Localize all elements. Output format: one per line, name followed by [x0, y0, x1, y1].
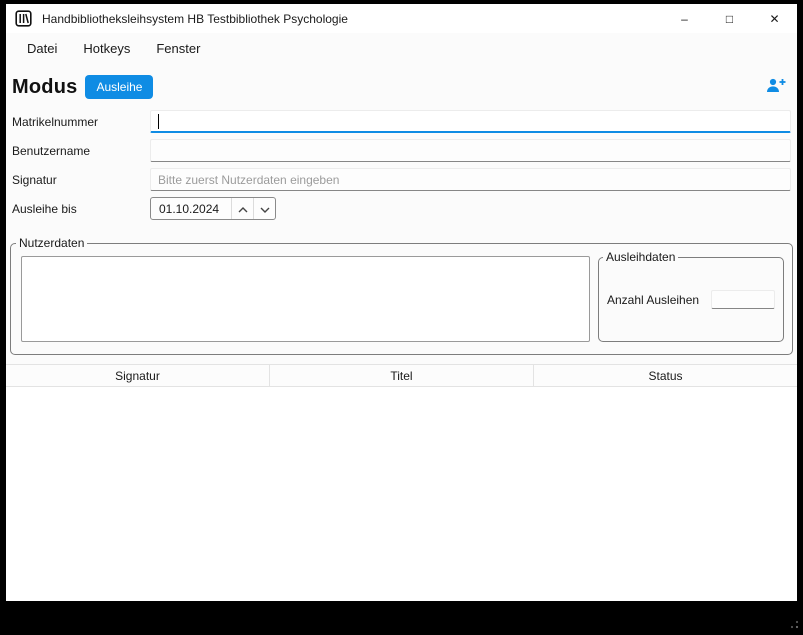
ausleihe-bis-value: 01.10.2024 [151, 202, 231, 216]
maximize-button[interactable]: □ [707, 4, 752, 33]
benutzername-field-wrap [150, 139, 791, 162]
date-step-down-button[interactable] [253, 198, 275, 219]
text-caret [158, 114, 159, 129]
signatur-label: Signatur [12, 173, 150, 187]
menu-item-hotkeys[interactable]: Hotkeys [70, 36, 143, 61]
minimize-button[interactable]: – [662, 4, 707, 33]
matrikelnummer-label: Matrikelnummer [12, 115, 150, 129]
column-header-titel[interactable]: Titel [270, 365, 534, 386]
add-user-button[interactable] [763, 76, 789, 98]
person-add-icon [765, 77, 787, 97]
benutzername-input[interactable] [150, 139, 791, 162]
mode-label: Modus [12, 76, 77, 99]
menu-item-fenster[interactable]: Fenster [143, 36, 213, 61]
ausleihe-bis-label: Ausleihe bis [12, 202, 150, 216]
nutzerdaten-body: Ausleihdaten Anzahl Ausleihen [11, 250, 792, 354]
signatur-row: Signatur [12, 168, 791, 191]
ausleihe-bis-row: Ausleihe bis 01.10.2024 [12, 197, 791, 220]
mode-ausleihe-button[interactable]: Ausleihe [85, 75, 153, 99]
anzahl-ausleihen-label: Anzahl Ausleihen [607, 293, 711, 307]
loans-table-header: Signatur Titel Status [6, 364, 797, 387]
window-controls: – □ ✕ [662, 4, 797, 33]
library-logo-icon [15, 10, 32, 27]
nutzerdaten-legend: Nutzerdaten [16, 236, 87, 250]
titlebar[interactable]: Handbibliotheksleihsystem HB Testbibliot… [6, 4, 797, 33]
ausleihe-bis-date-stepper[interactable]: 01.10.2024 [150, 197, 276, 220]
loans-table-body[interactable] [6, 387, 797, 601]
matrikelnummer-input[interactable] [150, 110, 791, 133]
ausleihdaten-legend: Ausleihdaten [603, 250, 678, 264]
lending-form: Matrikelnummer Benutzername Signatur Aus… [6, 110, 797, 226]
ausleihdaten-group: Ausleihdaten Anzahl Ausleihen [598, 250, 784, 342]
close-button[interactable]: ✕ [752, 4, 797, 33]
column-header-signatur[interactable]: Signatur [6, 365, 270, 386]
anzahl-ausleihen-row: Anzahl Ausleihen [599, 264, 783, 309]
matrikelnummer-field-wrap [150, 110, 791, 133]
resize-grip[interactable] [784, 616, 800, 630]
column-header-status[interactable]: Status [534, 365, 797, 386]
benutzername-row: Benutzername [12, 139, 791, 162]
menubar: Datei Hotkeys Fenster [6, 33, 797, 64]
matrikelnummer-row: Matrikelnummer [12, 110, 791, 133]
window-title: Handbibliotheksleihsystem HB Testbibliot… [42, 12, 348, 26]
date-step-up-button[interactable] [231, 198, 253, 219]
mode-row: Modus Ausleihe [12, 72, 789, 102]
signatur-field-wrap [150, 168, 791, 191]
signatur-input[interactable] [150, 168, 791, 191]
nutzerdaten-group: Nutzerdaten Ausleihdaten Anzahl Ausleihe… [10, 236, 793, 355]
anzahl-ausleihen-input[interactable] [711, 290, 775, 309]
chevron-down-icon [260, 201, 270, 216]
benutzername-label: Benutzername [12, 144, 150, 158]
chevron-up-icon [238, 201, 248, 216]
nutzerdaten-textarea[interactable] [21, 256, 590, 342]
menu-item-datei[interactable]: Datei [14, 36, 70, 61]
app-window: Handbibliotheksleihsystem HB Testbibliot… [6, 4, 797, 601]
